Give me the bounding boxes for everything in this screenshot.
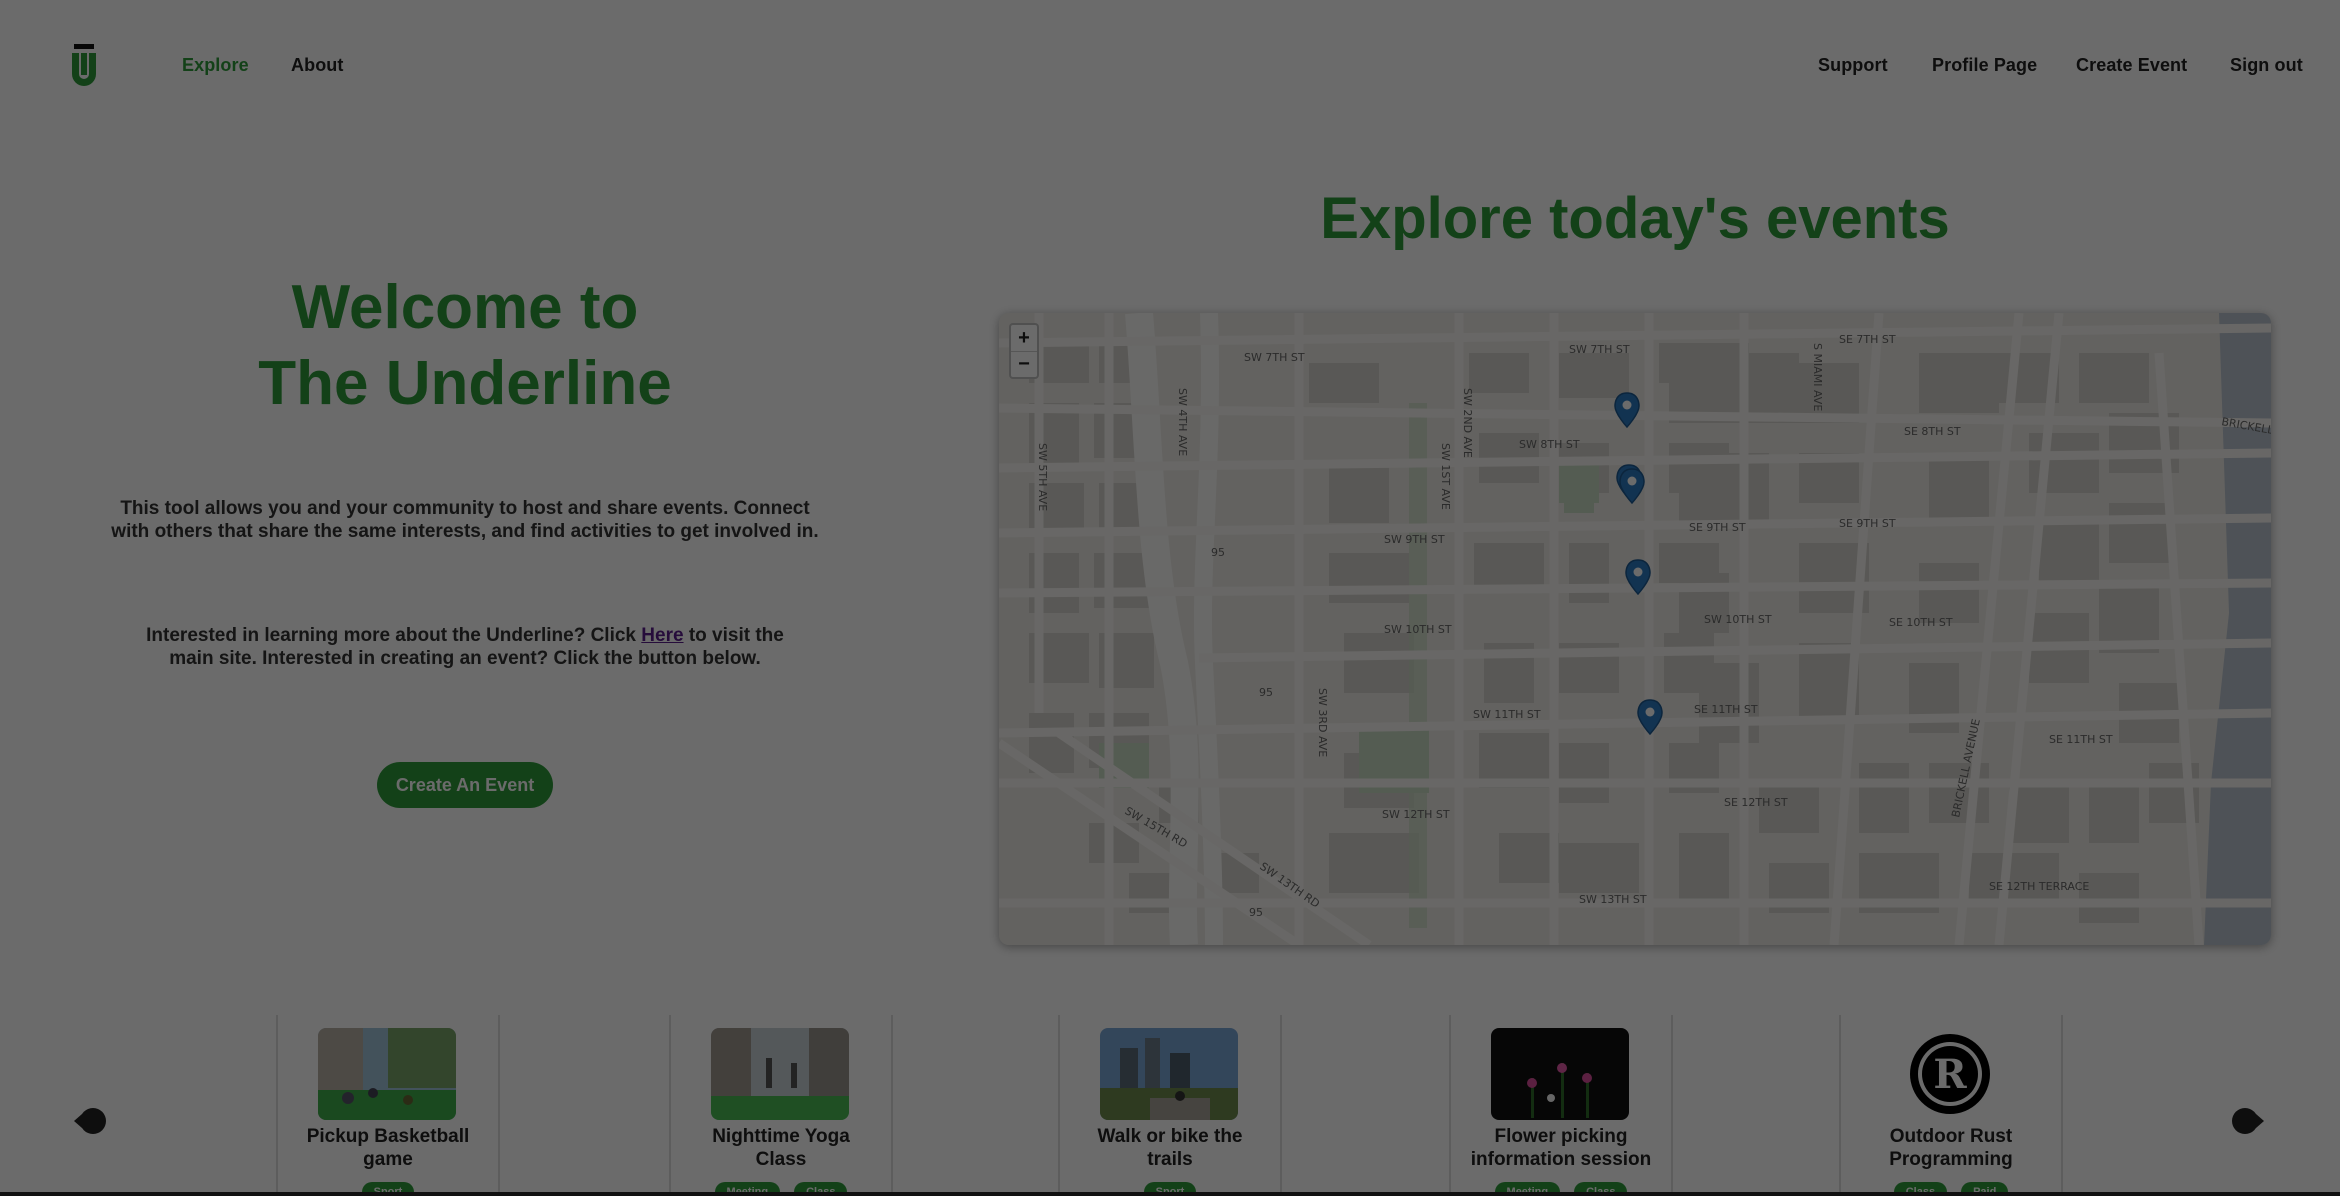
tool-description: This tool allows you and your community … bbox=[111, 498, 819, 542]
event-card[interactable]: R Outdoor Rust Programming Class Paid bbox=[1839, 1015, 2063, 1196]
nav-sign-out-link[interactable]: Sign out bbox=[2230, 55, 2303, 76]
svg-text:SW 9TH ST: SW 9TH ST bbox=[1384, 533, 1445, 546]
svg-text:SW 1ST AVE: SW 1ST AVE bbox=[1439, 443, 1452, 510]
svg-text:SE 11TH ST: SE 11TH ST bbox=[1694, 703, 1758, 716]
event-card[interactable]: Walk or bike the trails Sport bbox=[1058, 1015, 1282, 1196]
svg-text:SE 9TH ST: SE 9TH ST bbox=[1839, 517, 1896, 530]
svg-text:SE 12TH ST: SE 12TH ST bbox=[1724, 796, 1788, 809]
map-canvas: SW 7TH ST SW 7TH ST SE 7TH ST SW 8TH ST … bbox=[999, 313, 2271, 945]
nav-create-event-link[interactable]: Create Event bbox=[2076, 55, 2187, 76]
svg-text:95: 95 bbox=[1259, 686, 1273, 699]
create-an-event-button[interactable]: Create An Event bbox=[377, 762, 553, 808]
event-card[interactable]: Nighttime Yoga Class Meeting Class bbox=[669, 1015, 893, 1196]
carousel-prev-button[interactable] bbox=[74, 1108, 106, 1134]
top-nav: Explore About Support Profile Page Creat… bbox=[0, 0, 2340, 130]
map-zoom-control: + − bbox=[1009, 323, 1039, 379]
zoom-in-button[interactable]: + bbox=[1011, 325, 1037, 351]
svg-text:SW 5TH AVE: SW 5TH AVE bbox=[1036, 443, 1049, 511]
svg-text:R: R bbox=[1933, 1051, 1967, 1098]
main-site-link[interactable]: Here bbox=[641, 625, 683, 646]
event-title: Pickup Basketball game bbox=[306, 1126, 470, 1170]
svg-text:SE 12TH TERRACE: SE 12TH TERRACE bbox=[1989, 880, 2089, 893]
event-card[interactable]: Flower picking information session Meetin… bbox=[1449, 1015, 1673, 1196]
svg-text:SW 2ND AVE: SW 2ND AVE bbox=[1461, 388, 1474, 458]
svg-text:SE 9TH ST: SE 9TH ST bbox=[1689, 521, 1746, 534]
svg-text:SW 10TH ST: SW 10TH ST bbox=[1704, 613, 1772, 626]
bottom-edge bbox=[0, 1192, 2340, 1196]
event-image bbox=[1100, 1028, 1238, 1120]
nav-profile-link[interactable]: Profile Page bbox=[1932, 55, 2037, 76]
carousel-next-button[interactable] bbox=[2232, 1108, 2264, 1134]
svg-text:SW 3RD AVE: SW 3RD AVE bbox=[1316, 688, 1329, 757]
chevron-left-icon bbox=[80, 1108, 106, 1134]
svg-text:SW 8TH ST: SW 8TH ST bbox=[1519, 438, 1580, 451]
svg-text:SW 12TH ST: SW 12TH ST bbox=[1382, 808, 1450, 821]
svg-text:95: 95 bbox=[1211, 546, 1225, 559]
underline-logo[interactable] bbox=[72, 44, 96, 86]
svg-text:SW 10TH ST: SW 10TH ST bbox=[1384, 623, 1452, 636]
chevron-right-icon bbox=[2232, 1108, 2258, 1134]
page: Explore About Support Profile Page Creat… bbox=[0, 0, 2340, 1196]
zoom-out-button[interactable]: − bbox=[1011, 351, 1037, 377]
event-title: Outdoor Rust Programming bbox=[1889, 1126, 2013, 1170]
svg-text:SE 7TH ST: SE 7TH ST bbox=[1839, 333, 1896, 346]
event-title: Nighttime Yoga Class bbox=[712, 1126, 850, 1170]
welcome-title: Welcome to The Underline bbox=[258, 273, 672, 418]
svg-text:SW 7TH ST: SW 7TH ST bbox=[1244, 351, 1305, 364]
event-image bbox=[1491, 1028, 1629, 1120]
event-image bbox=[318, 1028, 456, 1120]
nav-support-link[interactable]: Support bbox=[1818, 55, 1888, 76]
events-map[interactable]: + − SW 7TH ST SW 7TH ST SE 7TH ST SW 8TH… bbox=[999, 313, 2271, 945]
event-image bbox=[711, 1028, 849, 1120]
nav-explore-link[interactable]: Explore bbox=[182, 55, 249, 76]
svg-text:S MIAMI AVE: S MIAMI AVE bbox=[1811, 343, 1824, 411]
svg-text:SE 11TH ST: SE 11TH ST bbox=[2049, 733, 2113, 746]
svg-text:95: 95 bbox=[1249, 906, 1263, 919]
explore-title: Explore today's events bbox=[1320, 186, 1950, 251]
svg-text:SW 4TH AVE: SW 4TH AVE bbox=[1176, 388, 1189, 456]
nav-about-link[interactable]: About bbox=[291, 55, 343, 76]
svg-text:SW 11TH ST: SW 11TH ST bbox=[1473, 708, 1541, 721]
svg-text:SW 7TH ST: SW 7TH ST bbox=[1569, 343, 1630, 356]
svg-text:SW 13TH ST: SW 13TH ST bbox=[1579, 893, 1647, 906]
svg-text:SE 10TH ST: SE 10TH ST bbox=[1889, 616, 1953, 629]
rust-logo-icon: R bbox=[1881, 1028, 2019, 1120]
event-card[interactable]: Pickup Basketball game Sport bbox=[276, 1015, 500, 1196]
event-title: Walk or bike the trails bbox=[1097, 1126, 1243, 1170]
event-title: Flower picking information session bbox=[1470, 1126, 1652, 1170]
learn-more-text: Interested in learning more about the Un… bbox=[146, 625, 784, 669]
svg-text:SE 8TH ST: SE 8TH ST bbox=[1904, 425, 1961, 438]
